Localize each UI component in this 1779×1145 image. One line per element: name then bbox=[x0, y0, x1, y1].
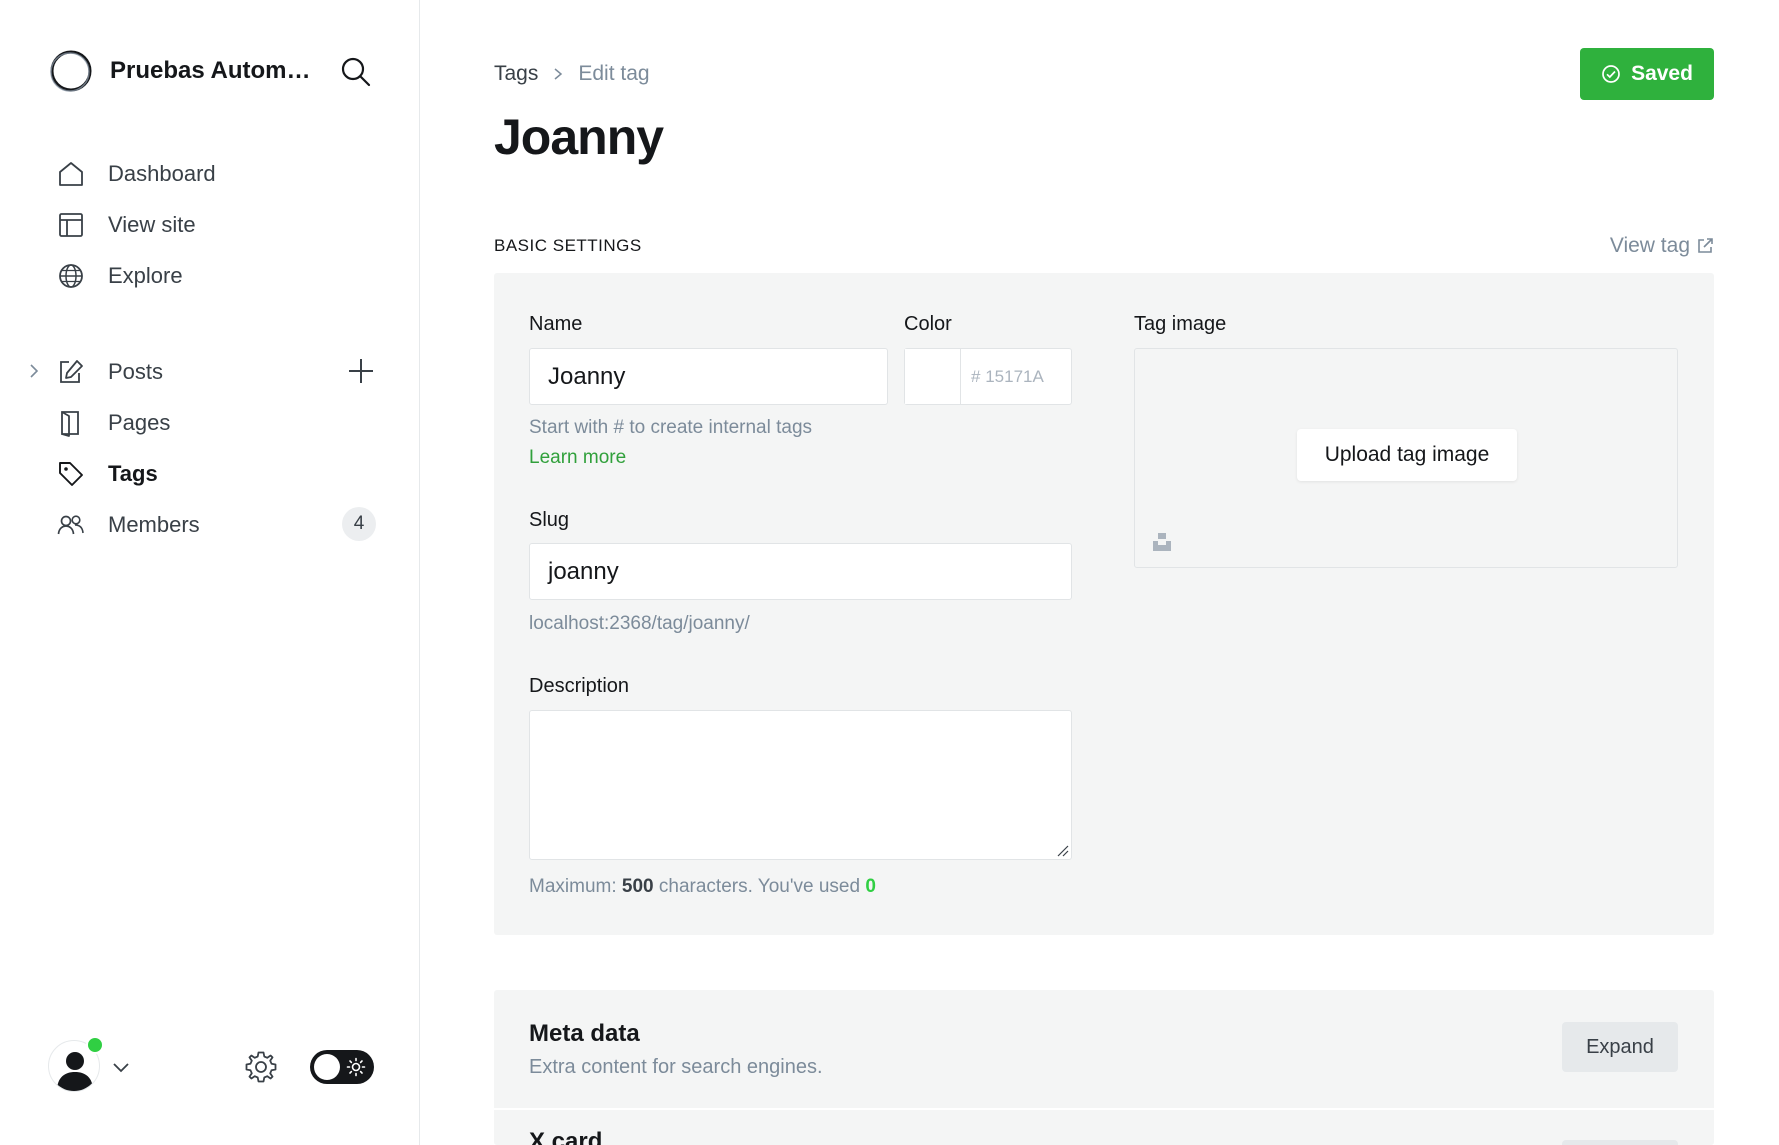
upload-tag-image-button[interactable]: Upload tag image bbox=[1297, 429, 1517, 481]
chevron-down-icon[interactable] bbox=[110, 1056, 132, 1078]
name-input[interactable]: Joanny bbox=[529, 348, 888, 405]
description-label: Description bbox=[529, 675, 630, 697]
external-link-icon bbox=[1698, 238, 1713, 253]
learn-more-link[interactable]: Learn more bbox=[529, 447, 626, 469]
color-swatch[interactable] bbox=[905, 349, 961, 404]
site-name: Pruebas Automa... bbox=[110, 57, 315, 84]
save-button-label: Saved bbox=[1631, 62, 1693, 85]
nav-label-dashboard: Dashboard bbox=[108, 160, 216, 186]
tag-icon bbox=[56, 459, 86, 489]
page-title: Joanny bbox=[494, 109, 664, 165]
nav-label-pages: Pages bbox=[108, 409, 171, 435]
slug-url-preview: localhost:2368/tag/joanny/ bbox=[529, 613, 750, 634]
expand-meta-button[interactable]: Expand bbox=[1562, 1022, 1678, 1072]
counter-max: 500 bbox=[621, 876, 654, 897]
search-icon[interactable] bbox=[340, 56, 372, 88]
tag-image-dropzone[interactable]: Upload tag image bbox=[1134, 348, 1678, 568]
globe-icon bbox=[56, 261, 86, 291]
basic-settings-heading: BASIC SETTINGS bbox=[494, 236, 642, 255]
view-tag-label: View tag bbox=[1609, 234, 1690, 257]
nav-item-posts[interactable]: Posts bbox=[30, 346, 376, 397]
layout-icon bbox=[56, 210, 86, 240]
slug-input[interactable]: joanny bbox=[529, 543, 1072, 600]
nav-label-posts: Posts bbox=[108, 358, 164, 384]
save-button[interactable]: Saved bbox=[1580, 48, 1714, 100]
site-logo-icon bbox=[50, 50, 92, 92]
meta-data-subtitle: Extra content for search engines. bbox=[529, 1056, 823, 1078]
page-icon bbox=[56, 408, 86, 438]
nav-label-tags: Tags bbox=[108, 460, 158, 486]
nav-item-dashboard[interactable]: Dashboard bbox=[56, 148, 376, 199]
name-label: Name bbox=[529, 313, 583, 335]
meta-data-card: Meta data Extra content for search engin… bbox=[494, 990, 1714, 1145]
description-counter: Maximum: 500 characters. You've used 0 bbox=[529, 876, 876, 898]
x-card-title: X card bbox=[529, 1128, 603, 1145]
breadcrumb-current: Edit tag bbox=[578, 62, 650, 85]
edit-icon bbox=[56, 357, 86, 387]
members-count-badge: 4 bbox=[342, 507, 376, 541]
nav-item-explore[interactable]: Explore bbox=[56, 250, 376, 301]
breadcrumb-tags-link[interactable]: Tags bbox=[494, 62, 538, 86]
nav-item-pages[interactable]: Pages bbox=[56, 397, 376, 448]
color-hex-input[interactable]: # 15171A bbox=[961, 349, 1071, 404]
slug-label: Slug bbox=[529, 509, 570, 531]
section-divider bbox=[494, 1108, 1714, 1110]
check-circle-icon bbox=[1602, 65, 1620, 83]
resize-handle-icon[interactable] bbox=[1055, 843, 1069, 857]
primary-nav: Dashboard View site Explore bbox=[56, 148, 376, 301]
meta-data-title: Meta data bbox=[529, 1020, 640, 1047]
color-label: Color bbox=[904, 313, 952, 335]
sun-icon bbox=[346, 1057, 366, 1077]
add-post-icon[interactable] bbox=[346, 356, 376, 386]
content-nav: Posts Pages Tags Members 4 bbox=[30, 346, 376, 550]
gear-icon[interactable] bbox=[244, 1050, 278, 1084]
nav-label-members: Members bbox=[108, 511, 200, 537]
theme-toggle[interactable] bbox=[310, 1050, 374, 1084]
description-textarea[interactable] bbox=[529, 710, 1072, 860]
nav-label-explore: Explore bbox=[108, 262, 183, 288]
color-hash: # bbox=[971, 366, 981, 386]
nav-item-view-site[interactable]: View site bbox=[56, 199, 376, 250]
sidebar: Pruebas Automa... Dashboard View site Ex… bbox=[0, 0, 420, 1145]
chevron-right-icon[interactable] bbox=[24, 361, 44, 381]
chevron-right-icon bbox=[554, 68, 563, 80]
nav-item-members[interactable]: Members 4 bbox=[56, 499, 376, 550]
site-brand[interactable]: Pruebas Automa... bbox=[48, 48, 315, 94]
sidebar-footer bbox=[48, 1036, 378, 1100]
counter-prefix: Maximum: bbox=[529, 876, 617, 897]
online-status-dot bbox=[86, 1036, 104, 1054]
unsplash-icon[interactable] bbox=[1151, 531, 1173, 553]
name-hint: Start with # to create internal tags bbox=[529, 417, 813, 438]
tag-image-label: Tag image bbox=[1134, 313, 1227, 335]
counter-used: 0 bbox=[865, 876, 876, 897]
members-icon bbox=[56, 510, 86, 540]
breadcrumb: Tags Edit tag bbox=[494, 62, 650, 86]
home-icon bbox=[56, 159, 86, 189]
expand-x-card-button[interactable] bbox=[1562, 1140, 1678, 1145]
color-hex-value: 15171A bbox=[985, 366, 1044, 386]
nav-item-tags[interactable]: Tags bbox=[56, 448, 376, 499]
view-tag-link[interactable]: View tag bbox=[1610, 234, 1714, 258]
toggle-knob bbox=[314, 1054, 340, 1080]
nav-label-view-site: View site bbox=[108, 211, 196, 237]
color-field: # 15171A bbox=[904, 348, 1072, 405]
basic-settings-card: Name Joanny Start with # to create inter… bbox=[494, 273, 1714, 935]
counter-middle: characters. You've used bbox=[658, 876, 861, 897]
